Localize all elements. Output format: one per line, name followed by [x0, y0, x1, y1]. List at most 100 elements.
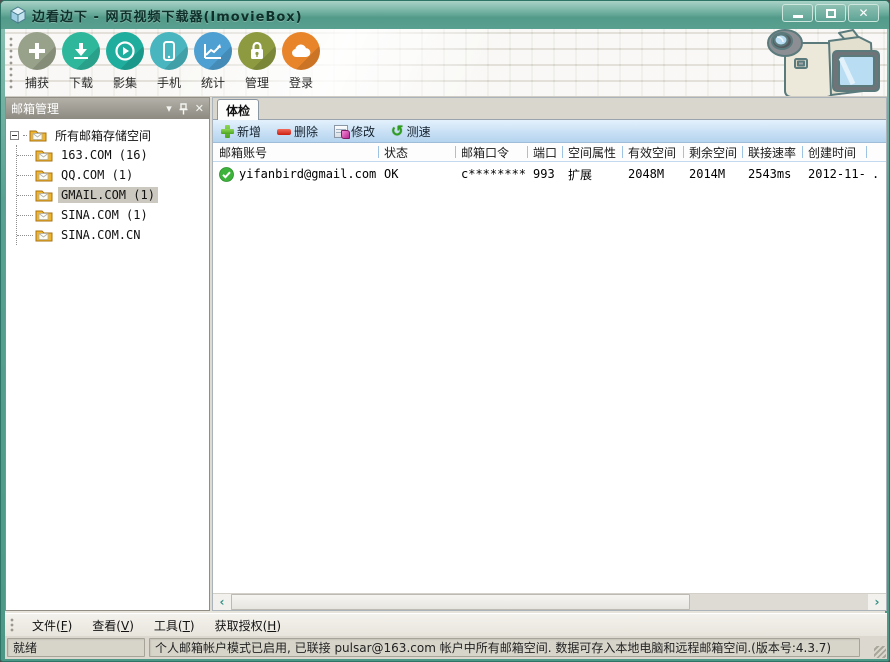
- window-title: 边看边下 - 网页视频下载器(ImovieBox): [32, 6, 303, 25]
- tree-root-all-mailboxes[interactable]: 所有邮箱存储空间: [6, 125, 209, 145]
- column-header-port[interactable]: 端口: [527, 143, 562, 161]
- toolbar-button-capture[interactable]: 捕获: [15, 32, 59, 91]
- collapse-icon[interactable]: [10, 131, 19, 140]
- status-ready: 就绪: [7, 638, 145, 657]
- dropdown-arrow-icon[interactable]: ▾: [166, 103, 172, 114]
- panel-header-icons: ▾ ✕: [166, 103, 204, 115]
- table-row[interactable]: yifanbird@gmail.com OK c********* 993 扩展…: [213, 162, 886, 186]
- mail-folder-icon: [35, 148, 53, 162]
- status-ok-check-icon: [219, 167, 234, 182]
- add-button[interactable]: 新增: [221, 123, 261, 140]
- main-panel: 体检 新增 删除 修改 ↺ 测速: [212, 97, 887, 611]
- column-header-space-type[interactable]: 空间属性: [562, 143, 622, 161]
- column-header-capacity[interactable]: 有效空间: [622, 143, 683, 161]
- mail-folder-icon: [35, 168, 53, 182]
- tree-item-label: SINA.COM (1): [58, 207, 151, 223]
- capture-plus-icon: [18, 32, 56, 70]
- menu-tools[interactable]: 工具(T): [144, 614, 205, 637]
- tree-connector: [16, 145, 17, 245]
- column-header-remaining[interactable]: 剩余空间: [683, 143, 742, 161]
- maximize-button[interactable]: [815, 4, 846, 22]
- camcorder-illustration: [755, 29, 883, 97]
- modify-edit-icon: [334, 125, 348, 138]
- tree-item-label: GMAIL.COM (1): [58, 187, 158, 203]
- tree-root-label: 所有邮箱存储空间: [52, 126, 154, 145]
- scroll-right-arrow-icon[interactable]: ›: [868, 594, 886, 610]
- mail-folder-icon: [29, 128, 47, 142]
- login-cloud-icon: [282, 32, 320, 70]
- panel-title: 邮箱管理: [11, 100, 166, 117]
- scrollbar-track[interactable]: [231, 594, 868, 610]
- cell-extra: .: [866, 167, 886, 181]
- pin-icon[interactable]: [179, 103, 188, 115]
- column-header-speed[interactable]: 联接速率: [742, 143, 802, 161]
- resize-grip-icon[interactable]: [874, 646, 886, 658]
- menu-view[interactable]: 查看(V): [82, 614, 144, 637]
- minimize-icon: [793, 15, 803, 18]
- column-header-extra[interactable]: [866, 143, 886, 161]
- menubar-grip[interactable]: [10, 618, 14, 633]
- maximize-icon: [826, 9, 836, 18]
- toolbar-items: 捕获 下载 影集: [15, 32, 323, 91]
- toolbar-label: 手机: [157, 74, 181, 91]
- add-plus-icon: [221, 125, 234, 138]
- client-area: 捕获 下载 影集: [5, 29, 885, 657]
- toolbar-grip[interactable]: [9, 37, 13, 89]
- toolbar-label: 捕获: [25, 74, 49, 91]
- title-bar: 边看边下 - 网页视频下载器(ImovieBox) ✕: [1, 1, 889, 29]
- app-cube-icon: [9, 6, 27, 24]
- tree-item-qqcom[interactable]: QQ.COM (1): [6, 165, 209, 185]
- menu-file[interactable]: 文件(F): [22, 614, 82, 637]
- download-icon: [62, 32, 100, 70]
- toolbar-label: 影集: [113, 74, 137, 91]
- toolbar-button-phone[interactable]: 手机: [147, 32, 191, 91]
- cell-capacity: 2048M: [622, 167, 683, 181]
- toolbar-label: 下载: [69, 74, 93, 91]
- table-header: 邮箱账号 状态 邮箱口令 端口 空间属性 有效空间 剩余空间 联接速率 创建时间: [213, 143, 886, 162]
- phone-icon: [150, 32, 188, 70]
- status-bar: 就绪 个人邮箱帐户模式已启用, 已联接 pulsar@163.com 帐户中所有…: [5, 636, 887, 659]
- toolbar-label: 登录: [289, 74, 313, 91]
- tree-item-sinacom[interactable]: SINA.COM (1): [6, 205, 209, 225]
- mail-folder-icon: [35, 208, 53, 222]
- toolbar-label: 统计: [201, 74, 225, 91]
- account-email: yifanbird@gmail.com: [239, 167, 376, 181]
- toolbar-button-download[interactable]: 下载: [59, 32, 103, 91]
- scrollbar-thumb[interactable]: [231, 594, 690, 610]
- toolbar-button-login[interactable]: 登录: [279, 32, 323, 91]
- scroll-left-arrow-icon[interactable]: ‹: [213, 594, 231, 610]
- mail-folder-icon: [35, 228, 53, 242]
- minimize-button[interactable]: [782, 4, 813, 22]
- toolbar-button-album[interactable]: 影集: [103, 32, 147, 91]
- cell-port: 993: [527, 167, 562, 181]
- column-header-created[interactable]: 创建时间: [802, 143, 866, 161]
- column-header-status[interactable]: 状态: [378, 143, 455, 161]
- tree-item-gmailcom[interactable]: GMAIL.COM (1): [6, 185, 209, 205]
- album-play-icon: [106, 32, 144, 70]
- speedtest-button[interactable]: ↺ 测速: [391, 123, 431, 140]
- menu-license[interactable]: 获取授权(H): [205, 614, 291, 637]
- column-header-password[interactable]: 邮箱口令: [455, 143, 527, 161]
- close-button[interactable]: ✕: [848, 4, 879, 22]
- cell-speed: 2543ms: [742, 167, 802, 181]
- toolbar-button-stats[interactable]: 统计: [191, 32, 235, 91]
- tree-item-label: 163.COM (16): [58, 147, 151, 163]
- manage-lock-icon: [238, 32, 276, 70]
- speedtest-refresh-icon: ↺: [391, 125, 404, 138]
- action-toolbar: 新增 删除 修改 ↺ 测速: [213, 120, 886, 143]
- delete-button[interactable]: 删除: [277, 123, 318, 140]
- tree-item-label: QQ.COM (1): [58, 167, 136, 183]
- modify-button[interactable]: 修改: [334, 123, 375, 140]
- tab-health-check[interactable]: 体检: [217, 99, 259, 120]
- toolbar-label: 管理: [245, 74, 269, 91]
- tree-item-163com[interactable]: 163.COM (16): [6, 145, 209, 165]
- mail-folder-icon: [35, 188, 53, 202]
- toolbar-button-manage[interactable]: 管理: [235, 32, 279, 91]
- column-header-account[interactable]: 邮箱账号: [213, 143, 378, 161]
- tree-item-sinacomcn[interactable]: SINA.COM.CN: [6, 225, 209, 245]
- panel-close-icon[interactable]: ✕: [195, 103, 204, 114]
- horizontal-scrollbar: ‹ ›: [213, 593, 886, 610]
- add-label: 新增: [237, 123, 261, 140]
- cell-password: c*********: [455, 167, 527, 181]
- app-window: 边看边下 - 网页视频下载器(ImovieBox) ✕ 捕获: [0, 0, 890, 662]
